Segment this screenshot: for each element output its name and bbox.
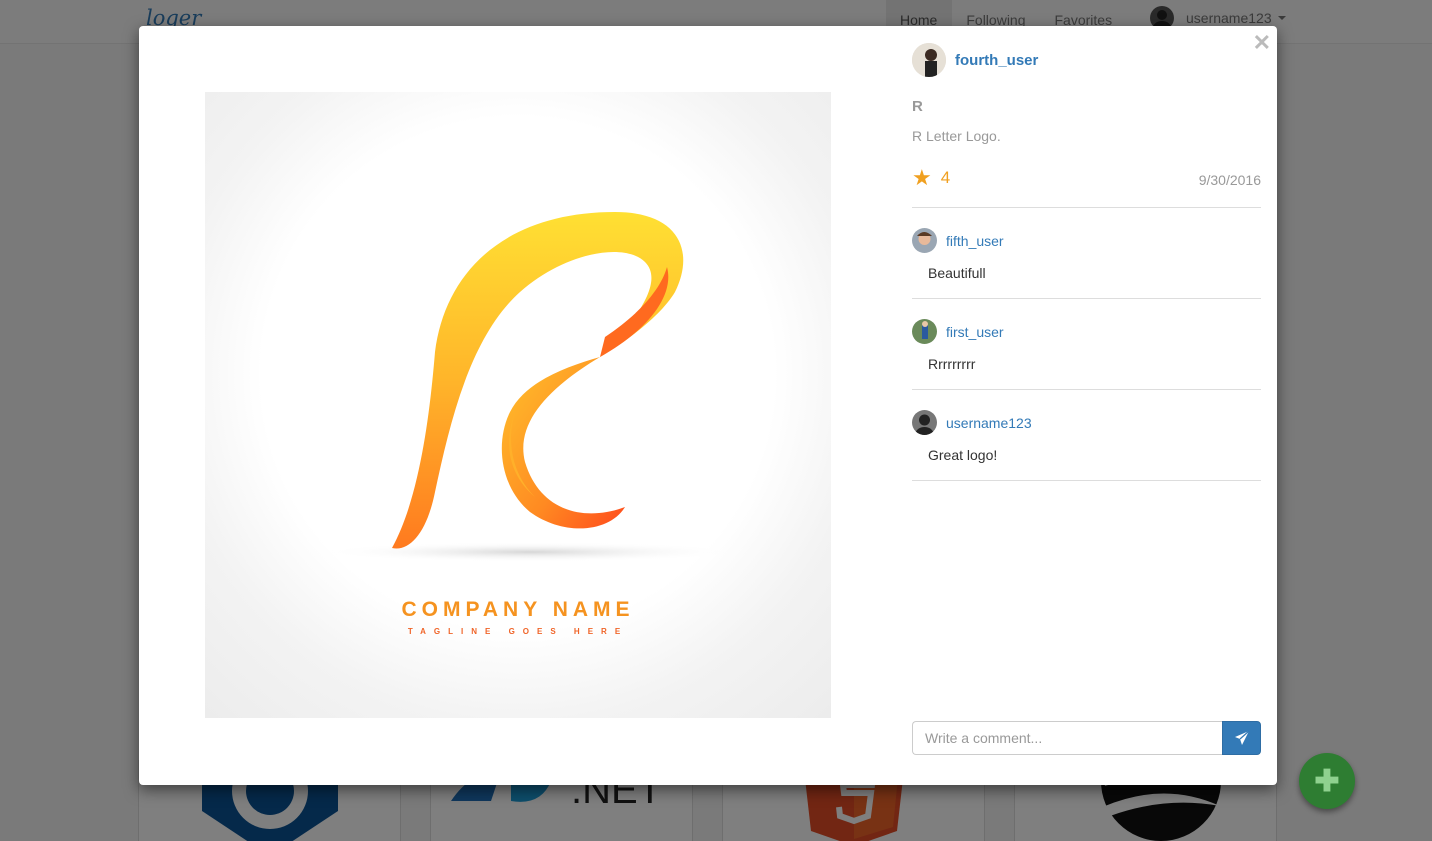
comment-item: fifth_user Beautifull [912,228,1261,281]
divider [912,480,1261,481]
send-comment-button[interactable] [1222,721,1261,755]
comment-text: Great logo! [928,447,998,463]
star-icon[interactable]: ★ [912,165,932,191]
comment-username[interactable]: username123 [946,415,1032,431]
post-rating[interactable]: ★ 4 [912,165,950,191]
add-post-button[interactable]: ✚ [1299,753,1355,809]
plus-icon: ✚ [1314,764,1340,798]
author-name[interactable]: fourth_user [955,52,1038,69]
send-icon [1234,730,1249,745]
comment-avatar [912,410,937,435]
comment-input[interactable] [912,721,1222,755]
comment-username[interactable]: first_user [946,324,1004,340]
comment-username[interactable]: fifth_user [946,233,1004,249]
comment-text: Beautifull [928,265,986,281]
divider [912,298,1261,299]
logo-company-name: COMPANY NAME [401,598,635,621]
post-title: R [912,98,923,115]
post-details: fourth_user R R Letter Logo. ★ 4 9/30/20… [912,26,1261,785]
post-image: COMPANY NAME TAGLINE GOES HERE [205,92,831,718]
post-author[interactable]: fourth_user [912,43,1038,77]
comment-avatar [912,319,937,344]
comment-avatar [912,228,937,253]
logo-tagline: TAGLINE GOES HERE [407,627,629,636]
r-letter-logo-icon [320,212,740,562]
divider [912,207,1261,208]
comment-item: first_user Rrrrrrrrr [912,319,1261,372]
comment-form [912,721,1261,755]
comment-text: Rrrrrrrrr [928,356,976,372]
post-description: R Letter Logo. [912,128,1001,144]
author-avatar [912,43,946,77]
divider [912,389,1261,390]
comment-item: username123 Great logo! [912,410,1261,463]
post-modal: ✕ COMPANY NAME TAGLINE GOES HERE fourth_… [139,26,1277,785]
rating-count: 4 [940,168,951,187]
post-date: 9/30/2016 [1198,172,1261,188]
